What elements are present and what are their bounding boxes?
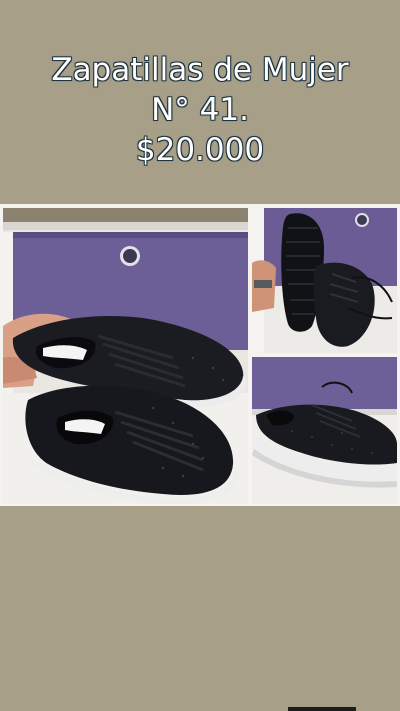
title-price: $20.000 xyxy=(135,131,265,169)
photo-collage xyxy=(0,204,400,506)
title-size: N° 41. xyxy=(150,91,249,129)
main-sneakers-image xyxy=(3,208,248,504)
bottom-indicator-bar xyxy=(288,707,356,711)
sole-view-photo[interactable] xyxy=(252,208,397,353)
post-title: Zapatillas de Mujer N° 41. $20.000 xyxy=(0,50,400,170)
side-view-photo[interactable] xyxy=(252,357,397,504)
main-sneakers-photo[interactable] xyxy=(3,208,248,504)
sole-view-image xyxy=(252,208,397,353)
side-view-image xyxy=(252,357,397,504)
title-product: Zapatillas de Mujer xyxy=(51,51,350,89)
